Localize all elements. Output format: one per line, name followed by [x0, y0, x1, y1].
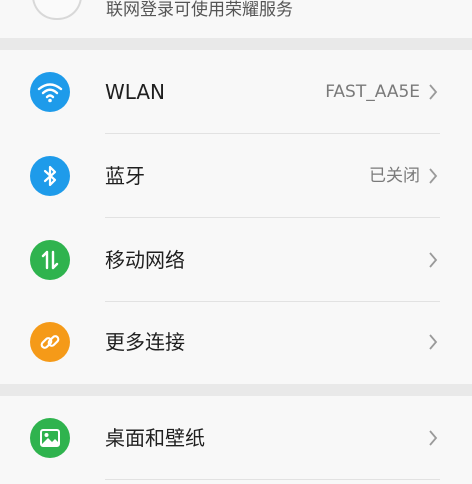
settings-item-wlan[interactable]: WLAN FAST_AA5E	[0, 50, 472, 134]
chevron-right-icon	[429, 252, 438, 268]
account-row[interactable]: 联网登录可使用荣耀服务	[0, 0, 472, 38]
avatar	[32, 0, 82, 20]
account-subtitle: 联网登录可使用荣耀服务	[106, 0, 293, 20]
image-icon	[30, 418, 70, 458]
settings-item-label: 桌面和壁纸	[105, 426, 205, 450]
link-icon	[30, 322, 70, 362]
wifi-icon	[30, 72, 70, 112]
settings-item-value: 已关闭	[369, 166, 420, 186]
chevron-right-icon	[429, 334, 438, 350]
settings-item-label: 蓝牙	[105, 164, 145, 188]
settings-item-home-wallpaper[interactable]: 桌面和壁纸	[0, 396, 472, 480]
connectivity-section: WLAN FAST_AA5E 蓝牙 已关闭 移动网络 更多连接	[0, 50, 472, 384]
divider	[105, 479, 440, 480]
settings-item-mobile-network[interactable]: 移动网络	[0, 218, 472, 302]
chevron-right-icon	[429, 430, 438, 446]
display-section: 桌面和壁纸	[0, 396, 472, 484]
section-gap	[0, 38, 472, 50]
chevron-right-icon	[429, 168, 438, 184]
settings-item-more-connections[interactable]: 更多连接	[0, 300, 472, 384]
settings-item-label: WLAN	[105, 80, 166, 104]
chevron-right-icon	[429, 84, 438, 100]
mobile-data-icon	[30, 240, 70, 280]
settings-item-bluetooth[interactable]: 蓝牙 已关闭	[0, 134, 472, 218]
settings-item-label: 移动网络	[105, 248, 185, 272]
section-gap	[0, 384, 472, 396]
settings-item-value: FAST_AA5E	[325, 82, 420, 102]
bluetooth-icon	[30, 156, 70, 196]
settings-item-label: 更多连接	[105, 330, 185, 354]
